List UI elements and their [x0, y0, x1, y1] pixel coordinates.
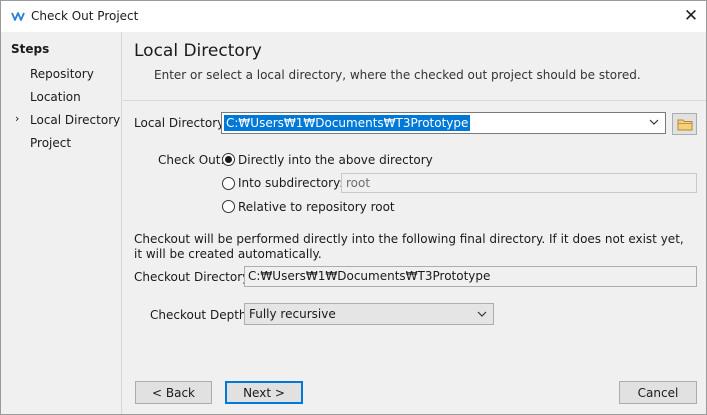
local-directory-combobox[interactable]: C:₩Users₩1₩Documents₩T3Prototype: [221, 112, 666, 134]
chevron-down-icon: [477, 311, 487, 317]
local-directory-value[interactable]: C:₩Users₩1₩Documents₩T3Prototype: [224, 115, 471, 131]
page-header: Local Directory Enter or select a local …: [123, 32, 706, 101]
check-out-label: Check Out:: [158, 153, 225, 167]
current-step-arrow-icon: ›: [15, 112, 20, 125]
checkout-directory-field[interactable]: C:₩Users₩1₩Documents₩T3Prototype: [244, 266, 697, 287]
step-location: Location: [30, 90, 81, 104]
local-directory-label: Local Directory:: [134, 116, 228, 130]
checkout-depth-label: Checkout Depth:: [150, 308, 251, 322]
button-bar: < Back Next > Cancel: [123, 372, 706, 414]
next-button[interactable]: Next >: [225, 381, 303, 404]
step-project: Project: [30, 136, 72, 150]
checkout-depth-value: Fully recursive: [249, 307, 336, 321]
check-out-project-dialog: Check Out Project ✕ Steps Repository Loc…: [0, 0, 707, 415]
radio-relative-label[interactable]: Relative to repository root: [238, 200, 395, 214]
radio-into-subdirectory[interactable]: [222, 177, 235, 190]
step-local-directory: Local Directory: [30, 113, 121, 127]
chevron-down-icon[interactable]: [649, 117, 659, 127]
browse-folder-button[interactable]: [672, 113, 697, 135]
checkout-info-text: Checkout will be performed directly into…: [134, 232, 684, 261]
window-title: Check Out Project: [31, 9, 139, 23]
folder-icon: [677, 119, 692, 130]
close-icon[interactable]: ✕: [677, 5, 705, 27]
app-logo-icon: [11, 12, 25, 21]
checkout-depth-select[interactable]: Fully recursive: [244, 303, 494, 325]
page-description: Enter or select a local directory, where…: [154, 68, 641, 82]
step-repository: Repository: [30, 67, 94, 81]
back-button[interactable]: < Back: [135, 381, 212, 404]
subdirectory-input[interactable]: root: [341, 173, 697, 193]
steps-heading: Steps: [11, 42, 50, 56]
title-bar: Check Out Project ✕: [1, 1, 706, 32]
checkout-directory-label: Checkout Directory:: [134, 270, 253, 284]
radio-subdirectory-label[interactable]: Into subdirectory:: [238, 176, 343, 190]
radio-directly-label[interactable]: Directly into the above directory: [238, 153, 433, 167]
radio-relative-to-root[interactable]: [222, 200, 235, 213]
cancel-button[interactable]: Cancel: [619, 381, 697, 404]
page-title: Local Directory: [134, 41, 262, 61]
steps-sidebar: Steps Repository Location › Local Direct…: [1, 32, 122, 414]
radio-directly-into-directory[interactable]: [222, 153, 235, 166]
content-panel: Local Directory: C:₩Users₩1₩Documents₩T3…: [123, 102, 706, 372]
